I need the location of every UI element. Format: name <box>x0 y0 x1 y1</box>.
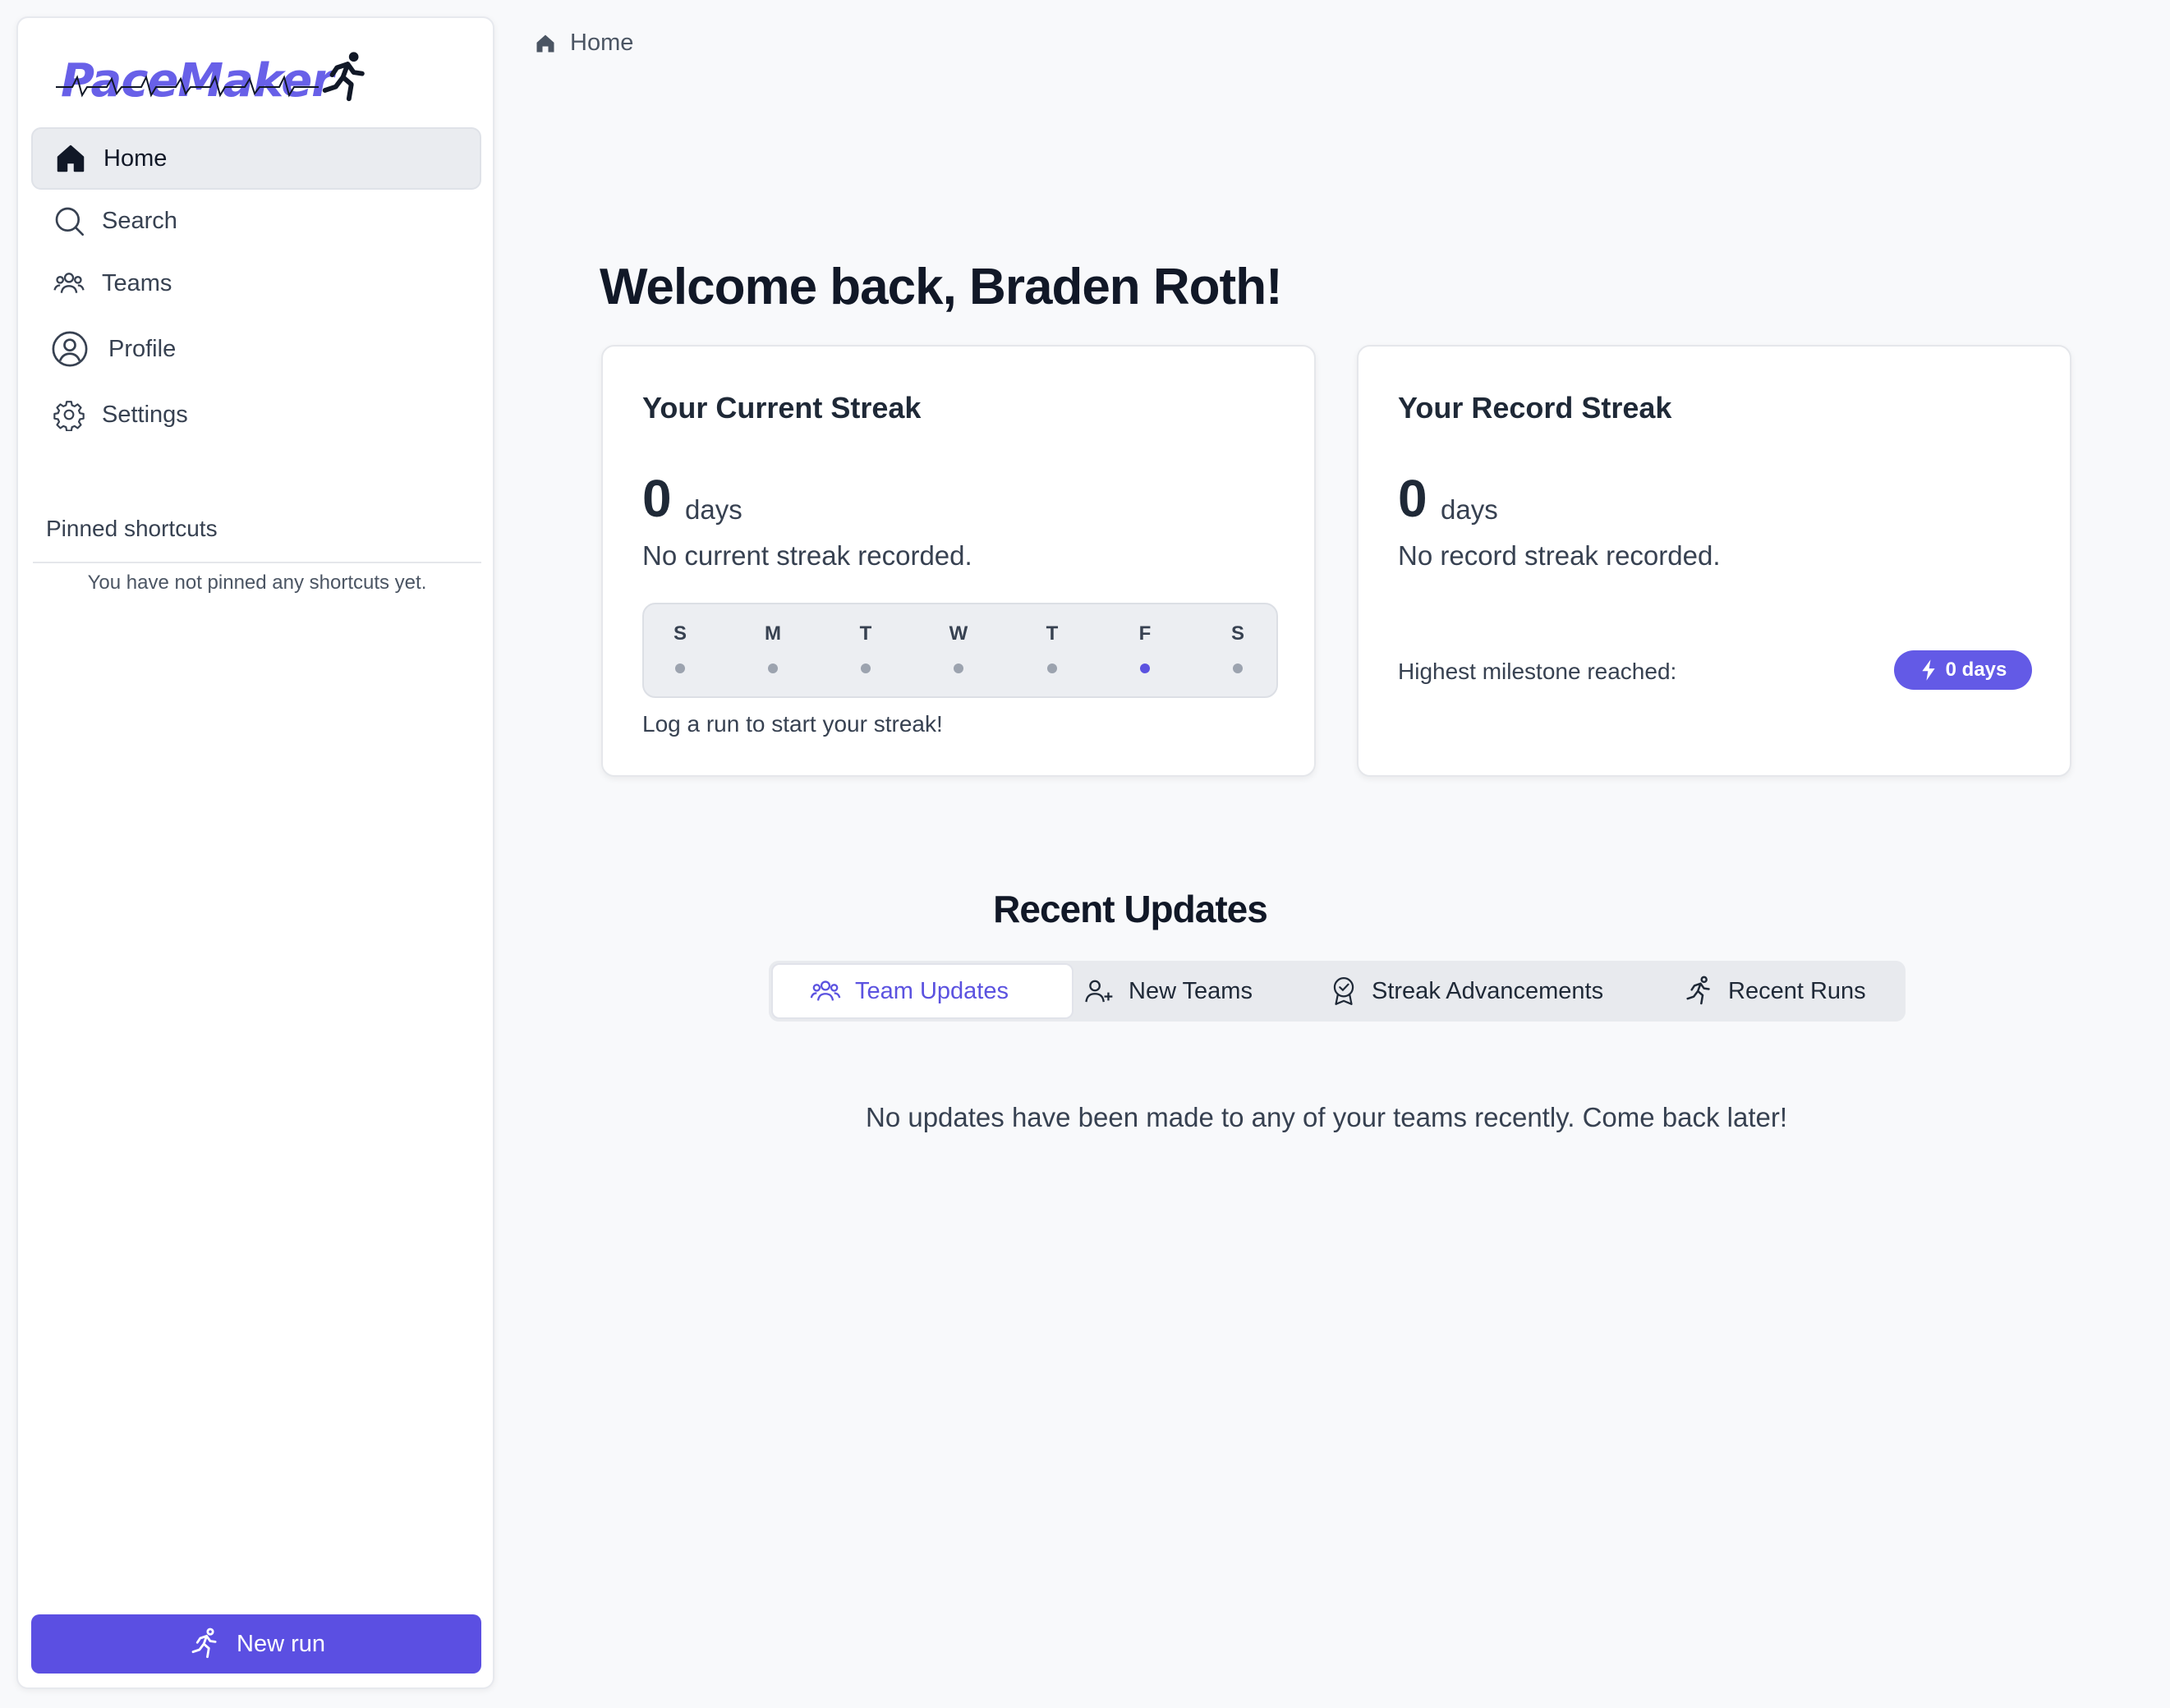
milestone-badge-label: 0 days <box>1945 659 2007 681</box>
tab-label: Streak Advancements <box>1372 977 1604 1004</box>
home-icon <box>536 34 554 52</box>
sidebar-item-home[interactable]: Home <box>31 127 481 190</box>
weekday-label: S <box>1230 622 1244 645</box>
current-streak-card: Your Current Streak 0 days No current st… <box>601 345 1316 777</box>
runner-icon <box>191 1628 217 1659</box>
user-circle-icon <box>52 331 88 367</box>
users-icon <box>810 980 841 1001</box>
sidebar-nav: Home Search Teams Profile Settings <box>31 127 481 446</box>
weekday-dot <box>768 663 778 673</box>
sidebar-item-settings[interactable]: Settings <box>31 383 481 446</box>
recent-updates-heading: Recent Updates <box>993 888 1268 930</box>
tab-label: New Teams <box>1129 977 1253 1004</box>
record-streak-card: Your Record Streak 0 days No record stre… <box>1357 345 2071 777</box>
milestone-badge: 0 days <box>1894 650 2032 690</box>
recent-updates-tabs: Team Updates New Teams Streak Advancemen… <box>769 961 1906 1022</box>
breadcrumb-home[interactable]: Home <box>570 30 633 57</box>
weekday-dot <box>675 663 685 673</box>
streak-status: No current streak recorded. <box>642 540 972 571</box>
card-title: Your Current Streak <box>642 391 922 425</box>
page-title: Welcome back, Braden Roth! <box>600 259 1283 315</box>
tab-label: Team Updates <box>855 977 1009 1004</box>
heartbeat-line-icon <box>56 75 319 98</box>
weekday-dot <box>954 663 963 673</box>
weekday-dot <box>1233 663 1243 673</box>
runner-icon <box>322 52 365 102</box>
tab-recent-runs[interactable]: Recent Runs <box>1682 963 1866 1019</box>
tab-new-teams[interactable]: New Teams <box>1083 963 1253 1019</box>
sidebar-item-teams[interactable]: Teams <box>31 252 481 315</box>
weekday-label: W <box>949 622 968 645</box>
sidebar-item-label: Home <box>103 145 168 172</box>
weekday-label: S <box>673 622 687 645</box>
sidebar-item-label: Profile <box>108 335 177 362</box>
week-tracker: S M T W T F S <box>642 603 1278 698</box>
home-icon <box>57 145 85 172</box>
streak-status: No record streak recorded. <box>1398 540 1721 571</box>
weekday-dot <box>861 663 871 673</box>
weekday-label: T <box>1046 622 1059 645</box>
award-icon <box>1333 977 1354 1005</box>
weekday-label: T <box>859 622 872 645</box>
breadcrumb: Home <box>534 30 633 57</box>
divider <box>33 562 481 563</box>
streak-value: 0 <box>1398 469 1428 528</box>
pinned-shortcuts-heading: Pinned shortcuts <box>46 516 218 541</box>
weekday-dot-today <box>1140 663 1150 673</box>
weekday-label: M <box>765 622 781 645</box>
user-plus-icon <box>1085 980 1113 1003</box>
card-title: Your Record Streak <box>1398 391 1672 425</box>
milestone-label: Highest milestone reached: <box>1398 659 1677 684</box>
users-icon <box>53 273 85 293</box>
sidebar-item-profile[interactable]: Profile <box>31 315 481 383</box>
lightning-icon <box>1922 659 1935 681</box>
app-logo[interactable]: PaceMaker <box>44 48 389 120</box>
sidebar: PaceMaker Home Search Teams Profile Sett… <box>16 16 494 1689</box>
tab-label: Recent Runs <box>1728 977 1866 1004</box>
streak-unit: days <box>1441 494 1498 525</box>
streak-unit: days <box>685 494 742 525</box>
sidebar-item-label: Teams <box>102 269 172 296</box>
streak-value: 0 <box>642 469 672 528</box>
sidebar-item-label: Settings <box>102 401 188 428</box>
new-run-button[interactable]: New run <box>31 1614 481 1674</box>
weekday-label: F <box>1138 622 1152 645</box>
tab-streak-advancements[interactable]: Streak Advancements <box>1329 963 1603 1019</box>
weekday-dot <box>1047 663 1057 673</box>
pinned-empty-message: You have not pinned any shortcuts yet. <box>87 572 427 594</box>
new-run-label: New run <box>237 1630 325 1657</box>
runner-icon <box>1686 976 1710 1005</box>
streak-hint: Log a run to start your streak! <box>642 711 943 737</box>
updates-empty-message: No updates have been made to any of your… <box>866 1102 1787 1132</box>
sidebar-item-search[interactable]: Search <box>31 190 481 252</box>
search-icon <box>55 207 84 236</box>
tab-team-updates[interactable]: Team Updates <box>771 963 1074 1019</box>
sidebar-item-label: Search <box>102 207 177 234</box>
gear-icon <box>53 401 85 431</box>
